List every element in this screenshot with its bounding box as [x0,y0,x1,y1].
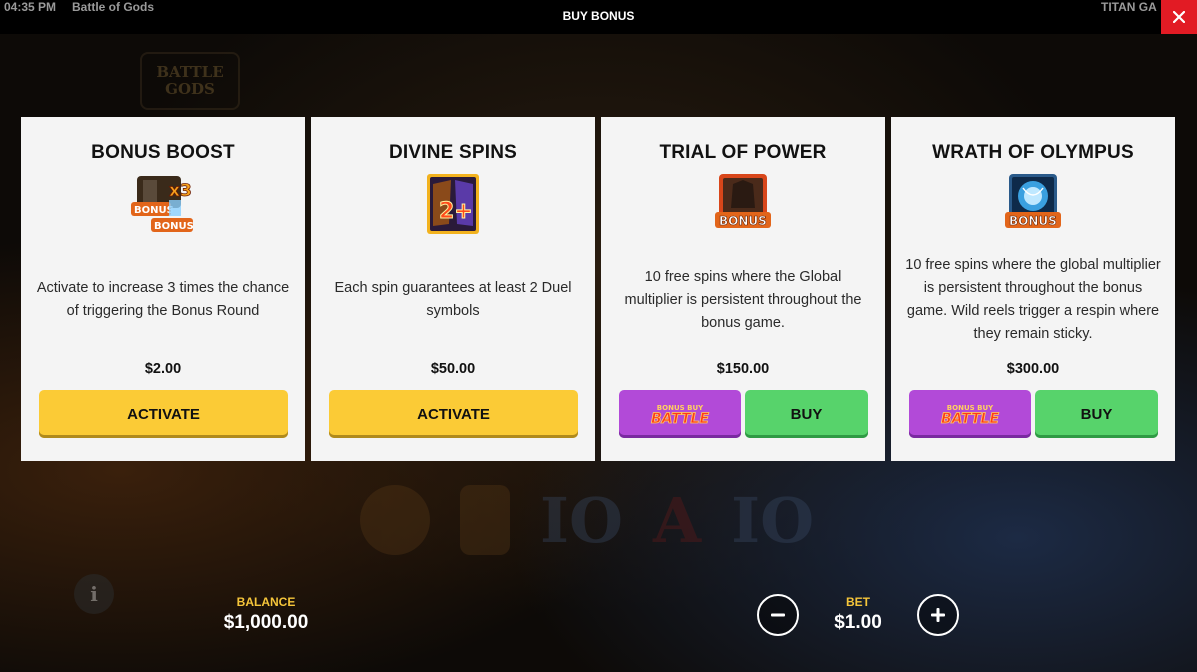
card-description: Activate to increase 3 times the chance … [36,280,290,319]
balance-value: $1,000.00 [223,612,309,633]
bonus-buy-battle-logo: BATTLE BONUS BUY [941,404,1000,427]
bonus-buy-battle-button[interactable]: BATTLE BONUS BUY [619,390,741,438]
bonus-buy-battle-button[interactable]: BATTLE BONUS BUY [909,390,1031,438]
reel-symbol [360,485,430,555]
duel-2plus-icon: 2+ [427,174,479,234]
card-title: WRATH OF OLYMPUS [932,142,1134,163]
card-description: 10 free spins where the global multiplie… [905,257,1161,342]
card-description: 10 free spins where the Global multiplie… [624,268,862,331]
game-logo: BATTLE GODS [140,52,240,110]
balance-label: BALANCE [236,595,296,609]
background-reels: IO A IO [360,480,820,560]
bonus-orb-icon: BONUS [1005,174,1061,228]
decrease-bet-button[interactable] [757,594,799,636]
svg-text:BONUS BUY: BONUS BUY [657,404,704,412]
card-description: Each spin guarantees at least 2 Duel sym… [334,280,572,319]
bonus-cards: BONUS BOOST x3 BONUS BONUS Activate to i… [21,117,1175,461]
svg-text:BONUS: BONUS [134,205,174,216]
svg-text:BONUS: BONUS [1009,214,1057,228]
activate-button[interactable]: ACTIVATE [39,390,288,438]
top-bar: 04:35 PM Battle of Gods BUY BONUS TITAN … [0,0,1197,34]
reel-symbol [460,485,510,555]
card-wrath-of-olympus: WRATH OF OLYMPUS BONUS 10 free spins whe… [891,117,1175,461]
svg-text:BATTLE: BATTLE [651,411,710,427]
card-price: $150.00 [716,361,770,377]
card-price: $50.00 [430,361,476,377]
svg-text:BONUS: BONUS [154,221,194,232]
buy-button[interactable]: BUY [1035,390,1158,438]
svg-text:x3: x3 [169,181,192,201]
activate-button[interactable]: ACTIVATE [329,390,578,438]
bet-value: $1.00 [834,612,882,633]
card-price: $300.00 [1006,361,1060,377]
info-button[interactable]: i [74,574,114,614]
buy-button[interactable]: BUY [745,390,868,438]
card-title: DIVINE SPINS [388,142,518,163]
reel-symbol: IO [540,483,624,557]
svg-text:2+: 2+ [439,199,473,224]
close-button[interactable] [1161,0,1197,34]
reel-symbol: A [653,483,702,557]
bonus-x3-icon: x3 BONUS BONUS [131,176,194,232]
close-icon [1173,11,1185,23]
card-divine-spins: DIVINE SPINS 2+ Each spin guarantees at … [311,117,595,461]
card-bonus-boost: BONUS BOOST x3 BONUS BONUS Activate to i… [21,117,305,461]
reel-symbol: IO [731,483,815,557]
svg-text:BONUS BUY: BONUS BUY [947,404,994,412]
card-trial-of-power: TRIAL OF POWER BONUS 10 free spins where… [601,117,885,461]
svg-text:BATTLE: BATTLE [941,411,1000,427]
svg-text:BONUS: BONUS [719,214,767,228]
card-title: TRIAL OF POWER [659,142,827,163]
minus-icon [771,613,785,617]
increase-bet-button[interactable] [917,594,959,636]
dialog-title: BUY BONUS [562,9,635,23]
bet-label: BET [846,595,870,609]
bonus-warrior-icon: BONUS [715,174,771,228]
card-price: $2.00 [144,361,182,377]
provider-name: TITAN GA [1101,0,1157,14]
card-title: BONUS BOOST [91,142,235,163]
info-icon: i [90,582,98,606]
bonus-buy-battle-logo: BATTLE BONUS BUY [651,404,710,427]
plus-icon [931,608,945,622]
